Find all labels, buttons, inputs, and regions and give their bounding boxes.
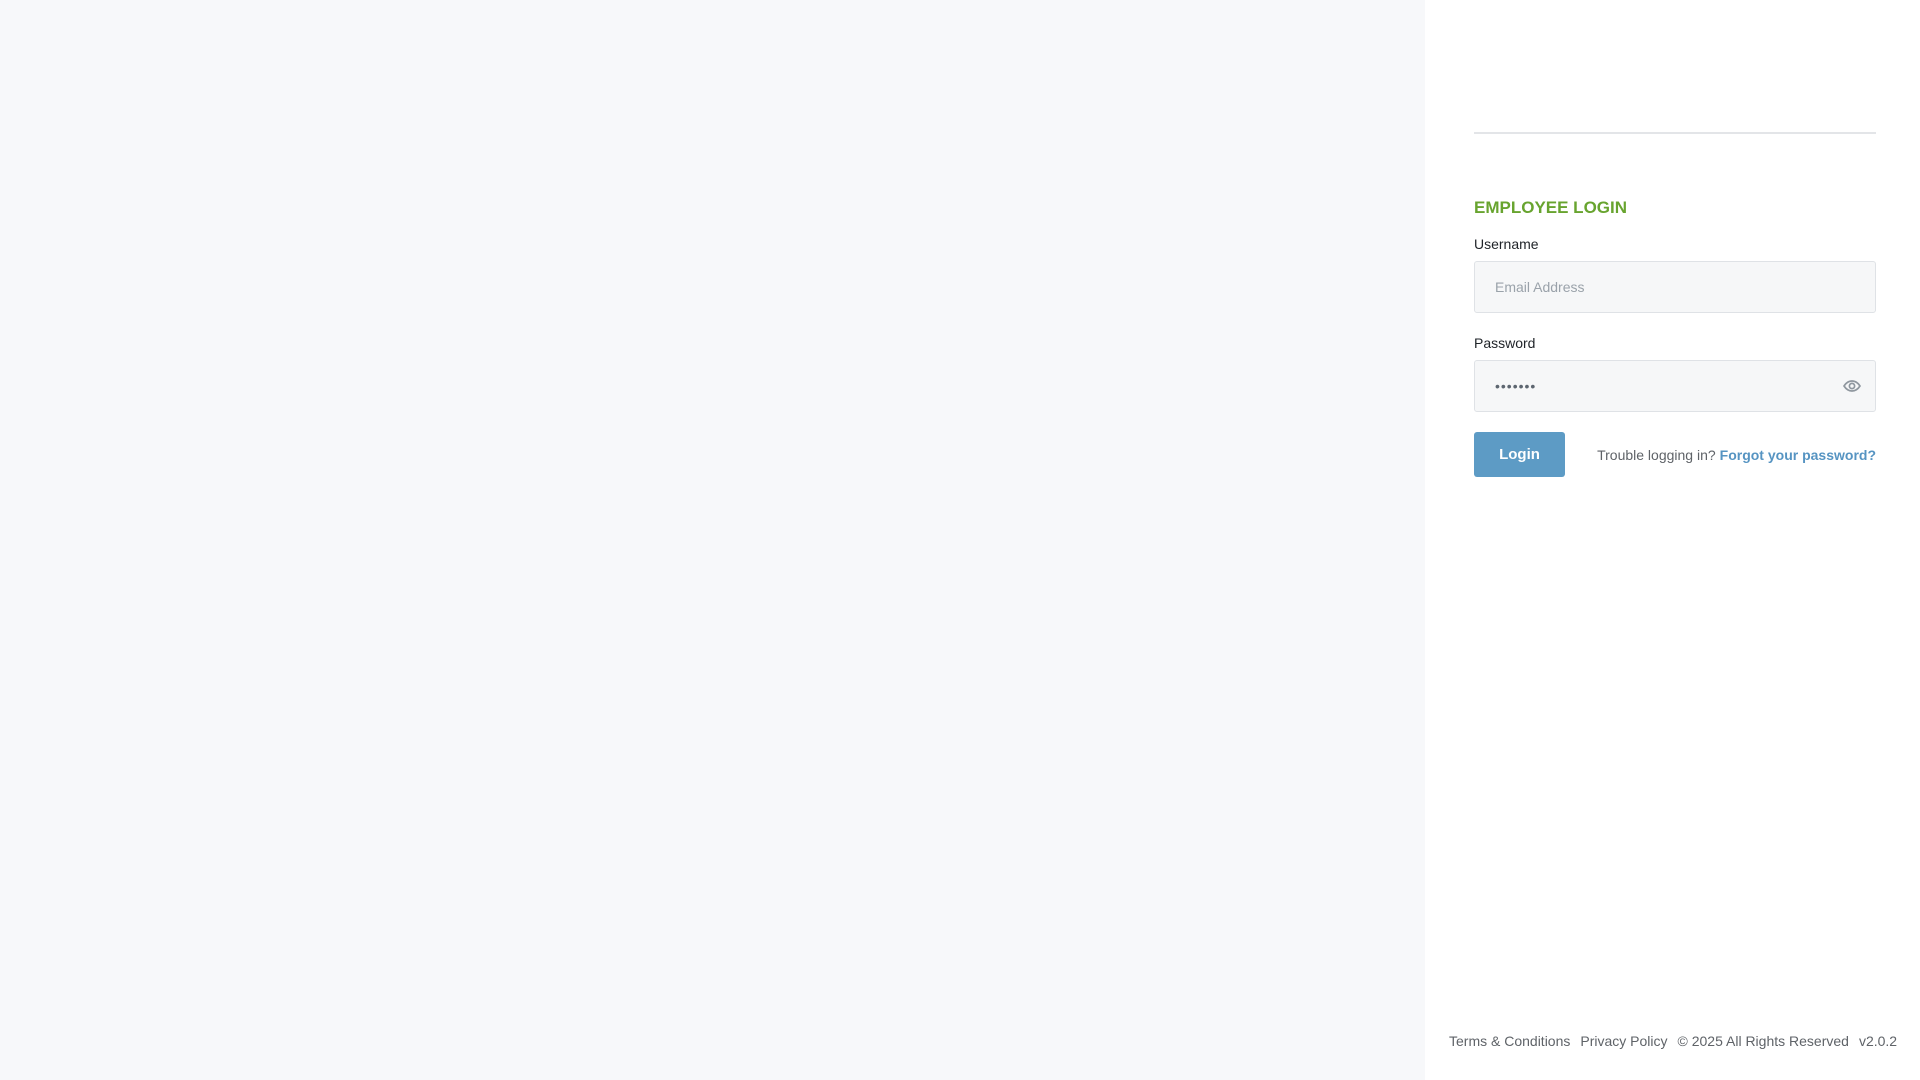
- trouble-login-text: Trouble logging in? Forgot your password?: [1597, 447, 1876, 463]
- privacy-policy-link[interactable]: Privacy Policy: [1580, 1033, 1667, 1049]
- username-field-container: [1474, 261, 1876, 313]
- eye-icon[interactable]: [1842, 376, 1862, 396]
- trouble-login-label: Trouble logging in?: [1597, 446, 1716, 463]
- password-label: Password: [1474, 335, 1536, 351]
- password-input[interactable]: [1474, 360, 1876, 412]
- footer-links: Terms & Conditions Privacy Policy © 2025…: [1449, 1033, 1897, 1049]
- terms-link[interactable]: Terms & Conditions: [1449, 1033, 1570, 1049]
- login-button[interactable]: Login: [1474, 432, 1565, 477]
- username-label: Username: [1474, 236, 1539, 252]
- password-field-container: [1474, 360, 1876, 412]
- logo-area: [1474, 0, 1876, 134]
- login-title: EMPLOYEE LOGIN: [1474, 198, 1628, 217]
- login-actions-row: Login Trouble logging in? Forgot your pas…: [1474, 432, 1876, 477]
- forgot-password-link[interactable]: Forgot your password?: [1720, 447, 1876, 463]
- employee-login-form: EMPLOYEE LOGIN Username Password Login: [1474, 196, 1876, 477]
- version-text: v2.0.2: [1858, 1033, 1898, 1049]
- copyright-text: © 2025 All Rights Reserved: [1677, 1033, 1849, 1049]
- left-background-panel: [0, 0, 1425, 1080]
- username-input[interactable]: [1474, 261, 1876, 313]
- login-sidebar: EMPLOYEE LOGIN Username Password Login: [1425, 0, 1920, 1080]
- login-page: EMPLOYEE LOGIN Username Password Login: [0, 0, 1920, 1080]
